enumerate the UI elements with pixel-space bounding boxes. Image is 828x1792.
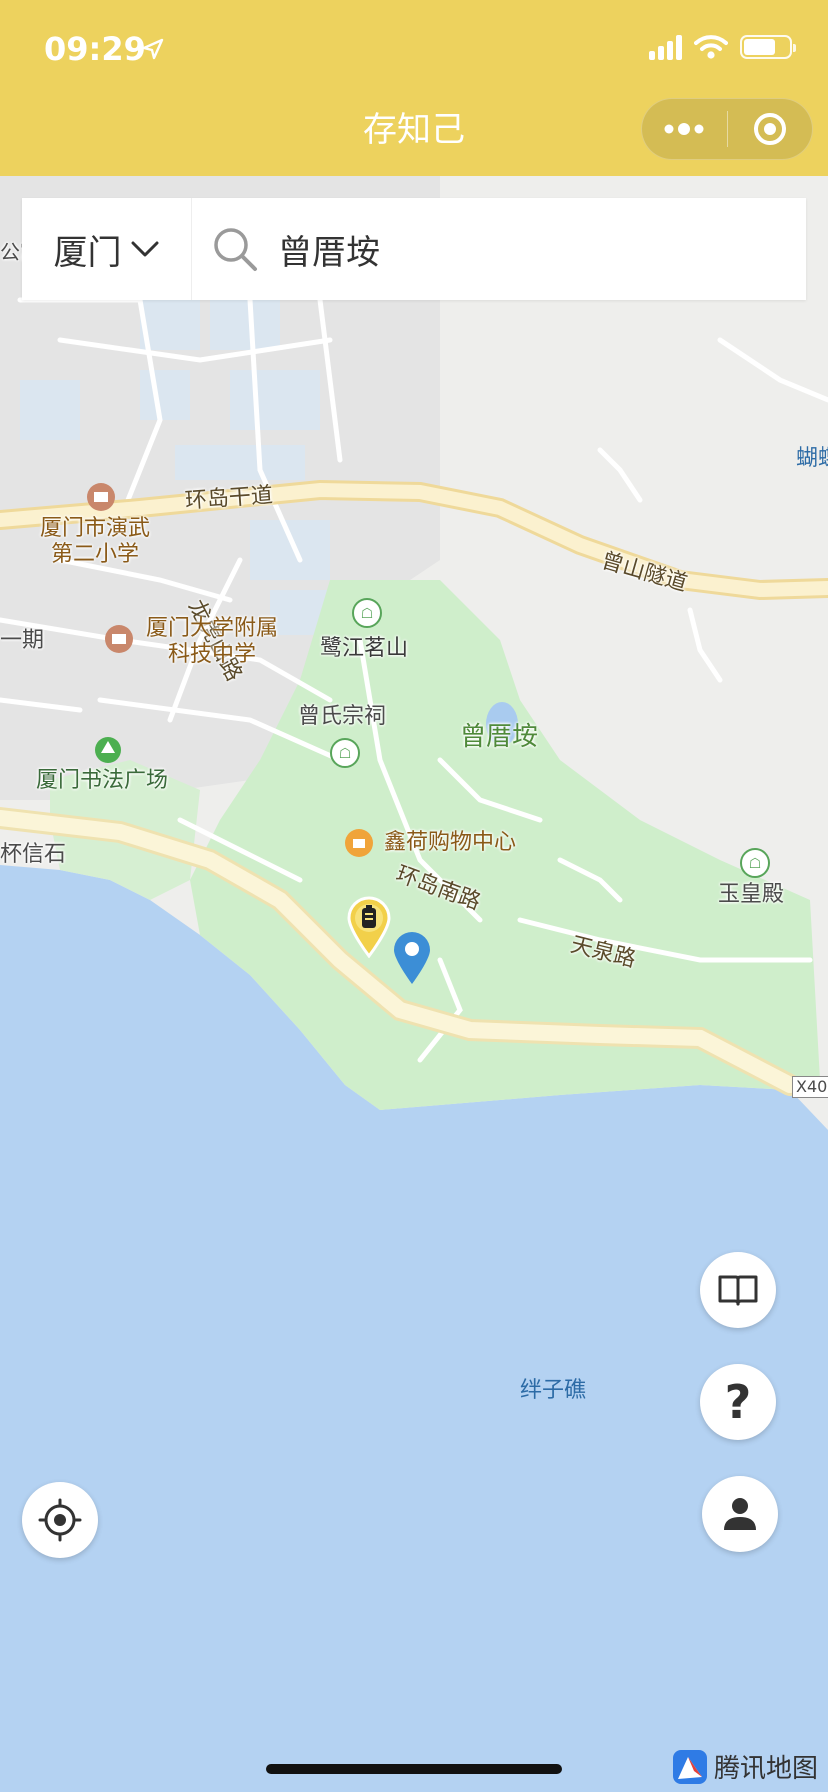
search-icon: [214, 228, 257, 271]
poi-ancestral-hall-label: 曾氏宗祠: [298, 704, 387, 729]
poi-shopping-label: 鑫荷购物中心: [384, 830, 517, 855]
search-query: 曾厝垵: [278, 232, 380, 273]
close-button[interactable]: [728, 98, 813, 160]
school-icon-2: [105, 625, 133, 653]
location-arrow-icon: [142, 38, 164, 60]
guide-button[interactable]: [700, 1252, 776, 1328]
question-icon: ?: [724, 1375, 752, 1429]
poi-cup-stone-label: 杯信石: [0, 842, 67, 867]
search-input[interactable]: 曾厝垵: [192, 198, 806, 300]
help-button[interactable]: ?: [700, 1364, 776, 1440]
battery-icon: [740, 35, 796, 59]
poi-butterfly-label: 蝴蝶: [796, 446, 828, 471]
more-button[interactable]: [642, 98, 727, 160]
poi-ming-hill-label: 鹭江茗山: [320, 636, 409, 661]
city-label: 厦门: [53, 232, 122, 273]
chevron-down-icon: [131, 241, 158, 257]
highway-shield-label: X401: [792, 1076, 828, 1098]
temple-icon-jade: ☖: [740, 848, 770, 878]
svg-text:☖: ☖: [339, 746, 352, 762]
svg-text:☖: ☖: [749, 856, 762, 872]
temple-icon-ming: ☖: [352, 598, 382, 628]
poi-reef-label: 绊子礁: [520, 1378, 587, 1403]
user-center-button[interactable]: [702, 1476, 778, 1552]
city-selector[interactable]: 厦门: [22, 198, 192, 300]
crosshair-icon: [38, 1498, 82, 1542]
svg-text:☖: ☖: [361, 606, 374, 622]
status-time: 09:29: [44, 30, 146, 68]
map-provider-label: 腾讯地图: [714, 1754, 819, 1784]
current-location-pin-icon[interactable]: [392, 930, 432, 986]
target-close-icon: [753, 113, 786, 145]
book-icon: [718, 1275, 758, 1306]
user-icon: [724, 1498, 756, 1530]
poi-primary-school-label: 厦门市演武 第二小学: [40, 516, 150, 568]
poi-middle-school-label: 厦门大学附属 科技中学: [146, 616, 278, 668]
poi-plaza-label: 厦门书法广场: [36, 768, 169, 793]
temple-icon-hall: ☖: [330, 738, 360, 768]
signal-icon: [649, 34, 682, 60]
area-name-label: 曾厝垵: [460, 722, 539, 752]
poi-middle-school-text: 厦门大学附属 科技中学: [146, 616, 279, 667]
poi-primary-school-text: 厦门市演武 第二小学: [40, 516, 151, 567]
search-bar: 厦门 曾厝垵: [22, 198, 806, 300]
locate-button[interactable]: [22, 1482, 98, 1558]
tree-icon: [95, 737, 121, 763]
mini-program-capsule: [641, 98, 813, 160]
status-indicators: [649, 34, 796, 60]
tencent-map-logo-icon: [673, 1749, 707, 1784]
more-dots-icon: [664, 123, 704, 135]
poi-jade-emperor-label: 玉皇殿: [718, 882, 785, 907]
school-icon: [87, 483, 115, 511]
map-view[interactable]: 公寓 环岛干道 曾山隧道 蝴蝶 厦门市演武 第二小学 龙虎山路 ☖ 鹭江茗山 一…: [0, 176, 828, 1792]
wifi-icon: [694, 35, 728, 59]
shopping-icon: [345, 829, 373, 857]
poi-phase-one-label: 一期: [0, 628, 45, 653]
top-bar: 09:29 存知己: [0, 0, 828, 176]
map-provider-logo: 腾讯地图: [672, 1748, 818, 1785]
storage-locker-marker[interactable]: [346, 896, 392, 958]
home-indicator: [266, 1764, 562, 1774]
